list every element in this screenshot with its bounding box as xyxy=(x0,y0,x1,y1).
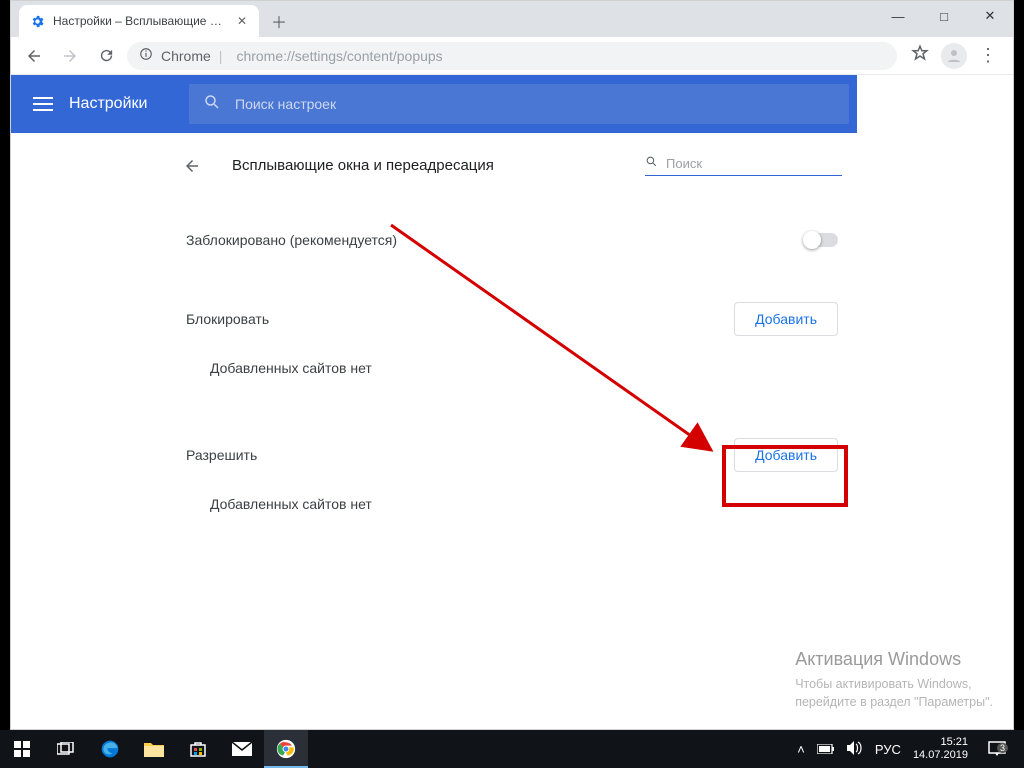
url-separator: | xyxy=(219,48,223,64)
menu-icon[interactable] xyxy=(33,97,53,111)
new-tab-button[interactable]: ＋ xyxy=(265,7,293,35)
block-section-label: Блокировать xyxy=(186,311,269,327)
minimize-button[interactable]: — xyxy=(875,1,921,31)
watermark-line1: Чтобы активировать Windows, xyxy=(795,676,993,694)
settings-search[interactable] xyxy=(189,84,849,124)
block-empty-text: Добавленных сайтов нет xyxy=(182,342,842,386)
taskbar-clock[interactable]: 15:21 14.07.2019 xyxy=(913,736,968,761)
settings-header: Настройки xyxy=(11,75,1013,133)
mail-icon[interactable] xyxy=(220,730,264,768)
keyboard-language[interactable]: РУС xyxy=(875,742,901,757)
watermark-line2: перейдите в раздел "Параметры". xyxy=(795,694,993,712)
settings-title: Настройки xyxy=(69,95,147,113)
url-prefix: Chrome xyxy=(161,48,211,64)
url-path: chrome://settings/content/popups xyxy=(236,48,442,64)
forward-button[interactable] xyxy=(55,41,85,71)
allow-empty-text: Добавленных сайтов нет xyxy=(182,478,842,522)
address-bar: Chrome | chrome://settings/content/popup… xyxy=(11,37,1013,75)
profile-avatar[interactable] xyxy=(941,43,967,69)
battery-icon[interactable] xyxy=(817,742,835,757)
gear-icon xyxy=(29,13,45,29)
search-icon xyxy=(203,93,221,116)
clock-date: 14.07.2019 xyxy=(913,749,968,762)
reload-button[interactable] xyxy=(91,41,121,71)
notification-count: 3 xyxy=(997,743,1008,753)
blocked-toggle[interactable] xyxy=(804,233,838,247)
action-center-icon[interactable]: 3 xyxy=(980,741,1014,757)
store-icon[interactable] xyxy=(176,730,220,768)
watermark-title: Активация Windows xyxy=(795,647,993,672)
chrome-menu-icon[interactable]: ⋮ xyxy=(979,45,997,66)
windows-taskbar: ˄ РУС 15:21 14.07.2019 3 xyxy=(0,730,1024,768)
tray-chevron-icon[interactable]: ˄ xyxy=(797,742,805,757)
file-explorer-icon[interactable] xyxy=(132,730,176,768)
volume-icon[interactable] xyxy=(847,741,863,758)
add-allow-button[interactable]: Добавить xyxy=(734,438,838,472)
blocked-label: Заблокировано (рекомендуется) xyxy=(186,232,397,248)
clock-time: 15:21 xyxy=(913,736,968,749)
blocked-toggle-row: Заблокировано (рекомендуется) xyxy=(182,204,842,262)
close-tab-icon[interactable]: ✕ xyxy=(235,14,249,28)
bookmark-star-icon[interactable] xyxy=(911,44,929,67)
site-info-icon[interactable] xyxy=(139,47,153,64)
page-title: Всплывающие окна и переадресация xyxy=(232,157,615,174)
search-icon xyxy=(645,155,658,171)
page-back-button[interactable] xyxy=(182,157,202,175)
window-controls: — □ ✕ xyxy=(875,1,1013,31)
settings-body: Всплывающие окна и переадресация Заблоки… xyxy=(11,133,1013,729)
task-view-icon[interactable] xyxy=(44,730,88,768)
windows-activation-watermark: Активация Windows Чтобы активировать Win… xyxy=(795,647,993,711)
allow-section-label: Разрешить xyxy=(186,447,257,463)
url-field[interactable]: Chrome | chrome://settings/content/popup… xyxy=(127,42,897,70)
maximize-button[interactable]: □ xyxy=(921,1,967,31)
tab-title: Настройки – Всплывающие окн xyxy=(53,14,227,28)
chrome-icon[interactable] xyxy=(264,730,308,768)
add-block-button[interactable]: Добавить xyxy=(734,302,838,336)
start-button[interactable] xyxy=(0,730,44,768)
page-search-input[interactable] xyxy=(666,156,842,171)
back-button[interactable] xyxy=(19,41,49,71)
settings-page: Настройки Всплывающие окна и переадресац… xyxy=(11,75,1013,729)
browser-tab[interactable]: Настройки – Всплывающие окн ✕ xyxy=(19,5,259,37)
browser-window: Настройки – Всплывающие окн ✕ ＋ — □ ✕ Ch… xyxy=(10,0,1014,730)
settings-panel: Всплывающие окна и переадресация Заблоки… xyxy=(182,133,842,729)
close-window-button[interactable]: ✕ xyxy=(967,1,1013,31)
tab-strip: Настройки – Всплывающие окн ✕ ＋ — □ ✕ xyxy=(11,1,1013,37)
edge-icon[interactable] xyxy=(88,730,132,768)
settings-search-input[interactable] xyxy=(235,96,835,112)
page-search[interactable] xyxy=(645,155,842,176)
